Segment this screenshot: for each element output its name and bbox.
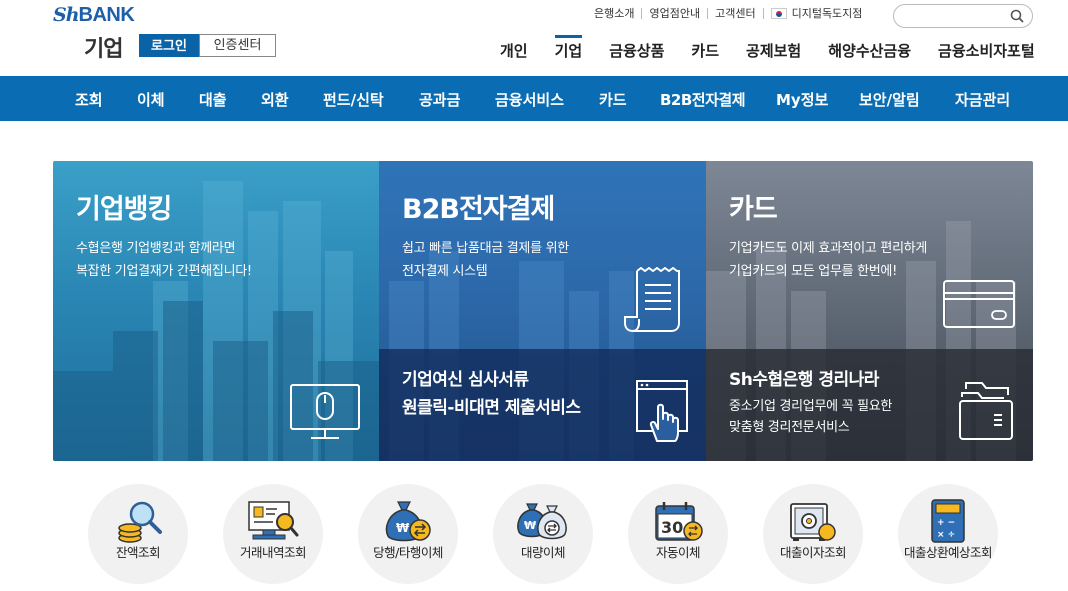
click-document-icon — [636, 380, 688, 442]
login-button[interactable]: 로그인 — [139, 34, 199, 57]
logo-bank: BANK — [78, 4, 135, 26]
menu-foreign-exchange[interactable]: 외환 — [261, 89, 289, 110]
banner-lower-title: Sh수협은행 경리나라 — [729, 370, 879, 390]
banner-desc-line: 기업카드의 모든 업무를 한번에! — [729, 264, 897, 279]
magnifier-coins-icon — [118, 501, 162, 543]
global-nav: 개인 기업 금융상품 카드 공제보험 해양수산금융 금융소비자포털 — [500, 35, 1035, 61]
menu-security-alert[interactable]: 보안/알림 — [859, 89, 920, 110]
menu-inquiry[interactable]: 조회 — [75, 89, 103, 110]
menu-card[interactable]: 카드 — [599, 89, 627, 110]
menu-fund-management[interactable]: 자금관리 — [955, 89, 1010, 110]
money-bags-exchange-icon: ₩ — [517, 503, 567, 540]
banner-desc-line: 쉽고 빠른 납품대금 결제를 위한 — [402, 241, 569, 256]
gnb-card[interactable]: 카드 — [691, 40, 719, 61]
site-header: Sh BANK 기업 로그인 인증센터 은행소개 영업점안내 고객센터 디지털독… — [0, 0, 1068, 76]
banner-panel-corporate-banking[interactable]: 기업뱅킹 수협은행 기업뱅킹과 함께라면 복잡한 기업결재가 간편해집니다! — [53, 161, 379, 461]
monitor-search-icon — [248, 501, 299, 540]
util-link-bank-intro[interactable]: 은행소개 — [594, 8, 641, 19]
banner-lower-desc: 중소기업 경리업무에 꼭 필요한 맞춤형 경리전문서비스 — [729, 396, 892, 438]
banner-desc-line: 수협은행 기업뱅킹과 함께라면 — [76, 241, 236, 256]
banner-lower-title: 기업여신 심사서류 원클릭-비대면 제출서비스 — [402, 366, 581, 422]
banner-desc: 수협은행 기업뱅킹과 함께라면 복잡한 기업결재가 간편해집니다! — [76, 237, 252, 283]
gnb-fisheries-finance[interactable]: 해양수산금융 — [828, 40, 911, 61]
menu-financial-services[interactable]: 금융서비스 — [495, 89, 564, 110]
logo-sh: Sh — [53, 4, 80, 26]
banner-desc-line: 복잡한 기업결재가 간편해집니다! — [76, 264, 252, 279]
quick-loan-interest[interactable]: 대출이자조회 — [763, 484, 863, 584]
quick-bulk-transfer[interactable]: ₩ 대량이체 — [493, 484, 593, 584]
util-link-branch[interactable]: 영업점안내 — [641, 8, 707, 19]
banner-lower-desc-line: 맞춤형 경리전문서비스 — [729, 420, 850, 435]
banner-panel-card[interactable]: 카드 기업카드도 이제 효과적이고 편리하게 기업카드의 모든 업무를 한번에!… — [706, 161, 1033, 461]
util-link-digital-dokdo[interactable]: 디지털독도지점 — [762, 7, 870, 20]
banner-title: 카드 — [729, 194, 778, 225]
gnb-insurance[interactable]: 공제보험 — [746, 40, 801, 61]
banner-lower-desc-line: 중소기업 경리업무에 꼭 필요한 — [729, 399, 893, 414]
calendar-30-icon: 30 — [655, 502, 703, 541]
menu-fund-trust[interactable]: 펀드/신탁 — [323, 89, 384, 110]
gnb-corporate[interactable]: 기업 — [554, 35, 582, 61]
section-title: 기업 — [84, 37, 123, 62]
util-link-digital-dokdo-label: 디지털독도지점 — [791, 7, 863, 20]
safe-coin-icon — [790, 503, 836, 541]
banner-title: B2B전자결제 — [402, 194, 555, 225]
quick-auto-transfer[interactable]: 30 자동이체 — [628, 484, 728, 584]
shbank-logo[interactable]: Sh BANK — [53, 4, 135, 26]
util-link-customer-center[interactable]: 고객센터 — [707, 8, 762, 19]
menu-b2b-payment[interactable]: B2B전자결제 — [660, 89, 746, 110]
calculator-icon: + − × ÷ — [931, 499, 965, 543]
banner-desc-line: 전자결제 시스템 — [402, 264, 488, 279]
utility-links: 은행소개 영업점안내 고객센터 디지털독도지점 — [594, 8, 869, 19]
quick-interbank-transfer[interactable]: ₩ 당행/타행이체 — [358, 484, 458, 584]
quick-loan-repayment[interactable]: + − × ÷ 대출상환예상조회 — [898, 484, 998, 584]
gnb-products[interactable]: 금융상품 — [609, 40, 664, 61]
svg-text:₩: ₩ — [396, 521, 410, 535]
banner-desc-line: 기업카드도 이제 효과적이고 편리하게 — [729, 241, 928, 256]
document-folders-icon — [959, 382, 1013, 440]
quick-label: 자동이체 — [655, 545, 701, 560]
quick-label: 잔액조회 — [115, 545, 161, 560]
menu-transfer[interactable]: 이체 — [137, 89, 165, 110]
money-bag-exchange-icon: ₩ — [385, 501, 431, 542]
svg-text:+ −: + − — [937, 518, 955, 528]
menu-loan[interactable]: 대출 — [199, 89, 227, 110]
korea-flag-icon — [770, 8, 787, 19]
quick-label: 거래내역조회 — [239, 545, 307, 560]
quick-balance-inquiry[interactable]: 잔액조회 — [88, 484, 188, 584]
main-menu-bar: 조회 이체 대출 외환 펀드/신탁 공과금 금융서비스 카드 B2B전자결제 M… — [0, 76, 1068, 121]
quick-label: 대출이자조회 — [779, 545, 847, 560]
receipt-icon — [624, 267, 680, 333]
quick-menu: 잔액조회 거래내역조회 ₩ 당행/타행이체 ₩ 대량이체 30 자동이체 대출이… — [0, 484, 1068, 591]
quick-label: 대출상환예상조회 — [903, 545, 993, 560]
svg-text:30: 30 — [661, 518, 683, 537]
banner-panel-accounting[interactable]: Sh수협은행 경리나라 중소기업 경리업무에 꼭 필요한 맞춤형 경리전문서비스 — [706, 349, 1033, 461]
quick-label: 대량이체 — [520, 545, 566, 560]
banner-panel-loan-docs[interactable]: 기업여신 심사서류 원클릭-비대면 제출서비스 — [379, 349, 706, 461]
banner-lower-title-line: 기업여신 심사서류 — [402, 370, 529, 390]
monitor-mouse-icon — [290, 384, 360, 439]
cert-center-button[interactable]: 인증센터 — [199, 34, 276, 57]
banner-lower-title-line: 원클릭-비대면 제출서비스 — [402, 398, 581, 418]
quick-label: 당행/타행이체 — [373, 545, 443, 560]
svg-text:× ÷: × ÷ — [937, 530, 955, 540]
banner-desc: 쉽고 빠른 납품대금 결제를 위한 전자결제 시스템 — [402, 237, 569, 283]
gnb-personal[interactable]: 개인 — [500, 40, 528, 61]
menu-my-info[interactable]: My정보 — [776, 89, 828, 110]
search-input[interactable] — [893, 4, 1033, 28]
svg-text:₩: ₩ — [524, 519, 536, 532]
quick-transaction-history[interactable]: 거래내역조회 — [223, 484, 323, 584]
gnb-consumer-portal[interactable]: 금융소비자포털 — [938, 40, 1035, 61]
banner-title: 기업뱅킹 — [76, 194, 172, 225]
main-banner: 기업뱅킹 수협은행 기업뱅킹과 함께라면 복잡한 기업결재가 간편해집니다! B… — [53, 161, 1033, 461]
banner-panel-b2b-payment[interactable]: B2B전자결제 쉽고 빠른 납품대금 결제를 위한 전자결제 시스템 기업여신 … — [379, 161, 706, 461]
search-icon[interactable] — [1010, 9, 1024, 23]
menu-public-charges[interactable]: 공과금 — [419, 89, 460, 110]
banner-desc: 기업카드도 이제 효과적이고 편리하게 기업카드의 모든 업무를 한번에! — [729, 237, 927, 283]
credit-card-icon — [943, 280, 1015, 328]
